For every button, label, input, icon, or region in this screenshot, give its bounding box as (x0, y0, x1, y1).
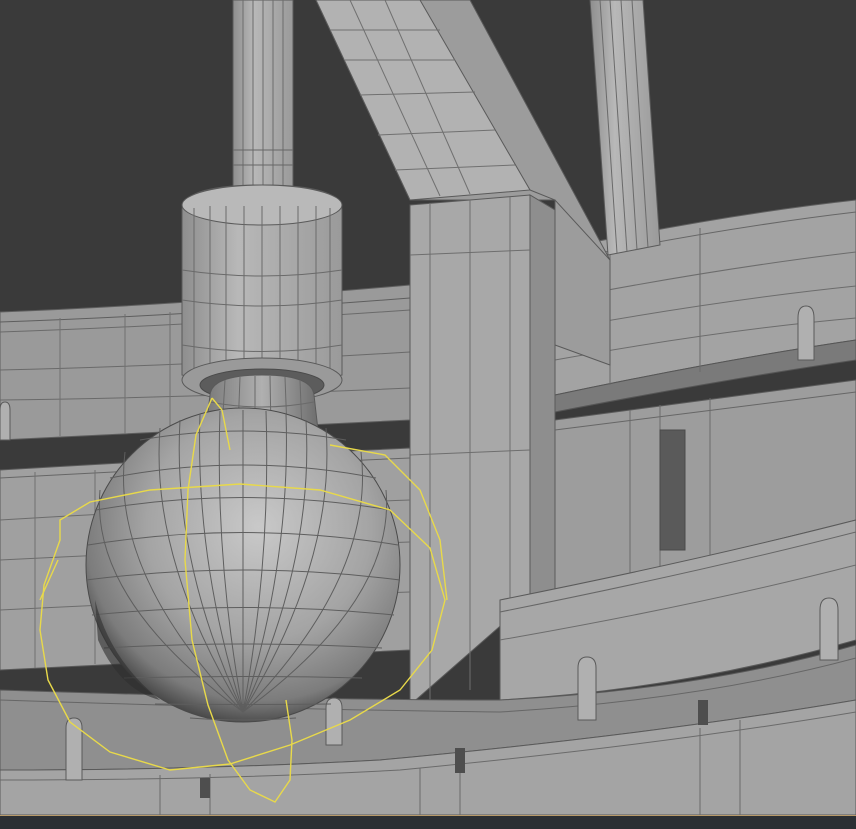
viewport-canvas[interactable] (0, 0, 856, 829)
hook-pin (819, 597, 839, 661)
socket-cap[interactable] (181, 184, 343, 403)
hook-pin (797, 305, 815, 361)
light-bulb-sphere[interactable] (85, 407, 401, 723)
hook-pin (325, 697, 343, 746)
3d-viewport[interactable] (0, 0, 856, 829)
hook-pin (65, 717, 83, 781)
hook-pin (577, 656, 597, 721)
ceiling-rod-left[interactable] (232, 0, 294, 201)
bottom-status-bar (0, 815, 856, 829)
hook-pin (0, 401, 11, 441)
